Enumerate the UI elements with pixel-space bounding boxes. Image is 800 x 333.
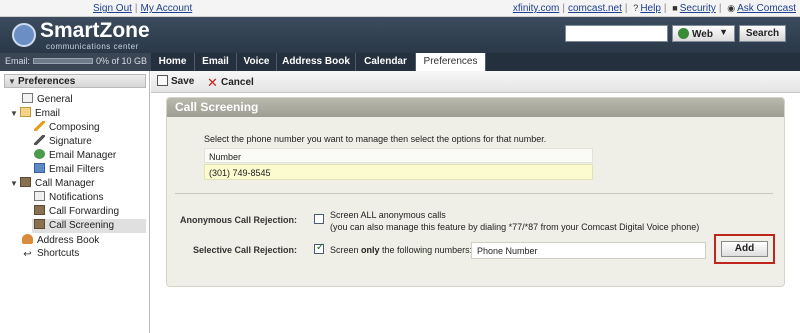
tab-voice[interactable]: Voice	[237, 53, 277, 71]
general-icon	[22, 93, 33, 103]
storage-bar	[33, 58, 94, 64]
mail-icon	[20, 107, 31, 117]
storage-usage: 0% of 10 GB	[96, 56, 148, 66]
add-button-highlight: Add	[714, 234, 775, 264]
tab-email[interactable]: Email	[195, 53, 237, 71]
action-toolbar: Save ✕ Cancel	[151, 71, 800, 93]
sidebar-item-address-book[interactable]: Address Book	[22, 234, 99, 248]
number-column-header: Number	[204, 148, 593, 163]
question-bubble-icon: ◉	[727, 3, 736, 13]
email-manager-icon	[34, 149, 45, 159]
notifications-icon	[34, 191, 45, 201]
security-link[interactable]: Security	[680, 3, 716, 14]
top-utility-bar: Sign Out | My Account xfinity.com | comcast.…	[0, 0, 800, 17]
anonymous-rejection-note: (you can also manage this feature by dia…	[330, 222, 700, 232]
sidebar-item-email-manager[interactable]: Email Manager	[34, 149, 116, 163]
sidebar-item-notifications[interactable]: Notifications	[34, 191, 103, 205]
sidebar-item-call-forwarding[interactable]: Call Forwarding	[34, 205, 119, 219]
storage-meter: Email: 0% of 10 GB	[0, 53, 151, 71]
call-forwarding-icon	[34, 205, 45, 215]
tab-address-book[interactable]: Address Book	[277, 53, 356, 71]
selective-rejection-checkbox[interactable]	[314, 242, 324, 254]
phone-number-input[interactable]: Phone Number	[471, 242, 706, 259]
instructions-text: Select the phone number you want to mana…	[204, 134, 547, 144]
sidebar-item-call-screening[interactable]: Call Screening	[32, 219, 146, 233]
anonymous-rejection-label: Anonymous Call Rejection:	[179, 215, 297, 225]
preferences-sidebar: ▼ Preferences General ▼ Email Composing Si…	[0, 71, 150, 333]
search-scope-select[interactable]: Web ▼	[672, 25, 735, 42]
app-logo: SmartZone	[40, 19, 150, 42]
signature-icon	[34, 135, 45, 145]
phone-number-row[interactable]: (301) 749-8545	[204, 164, 593, 180]
anonymous-rejection-checkbox[interactable]	[314, 214, 324, 224]
sidebar-item-email-filters[interactable]: Email Filters	[34, 163, 104, 177]
smartzone-logo-icon	[12, 23, 36, 47]
save-icon	[157, 75, 168, 86]
expand-triangle-icon: ▼	[10, 109, 18, 118]
app-logo-subtitle: communications center	[46, 42, 139, 51]
sidebar-header[interactable]: ▼ Preferences	[4, 74, 146, 88]
xfinity-link[interactable]: xfinity.com	[513, 3, 560, 14]
search-input[interactable]	[565, 25, 668, 42]
section-divider	[175, 193, 773, 194]
sidebar-item-composing[interactable]: Composing	[34, 121, 100, 135]
call-screening-icon	[34, 219, 45, 229]
main-nav: Email: 0% of 10 GB Home Email Voice Addre…	[0, 53, 800, 72]
tab-preferences[interactable]: Preferences	[416, 53, 486, 72]
sidebar-item-shortcuts[interactable]: ↩ Shortcuts	[22, 248, 79, 262]
my-account-link[interactable]: My Account	[141, 3, 193, 14]
sidebar-item-signature[interactable]: Signature	[34, 135, 92, 149]
help-link[interactable]: Help	[640, 3, 661, 14]
help-icon: ?	[633, 3, 639, 13]
address-book-icon	[22, 234, 33, 244]
sidebar-item-call-manager[interactable]: ▼ Call Manager	[10, 177, 94, 191]
tab-calendar[interactable]: Calendar	[356, 53, 416, 71]
call-screening-panel: Call Screening Select the phone number y…	[166, 97, 785, 287]
selective-rejection-label: Selective Call Rejection:	[192, 245, 297, 255]
globe-icon	[678, 28, 689, 39]
tab-home[interactable]: Home	[151, 53, 195, 71]
shortcuts-icon: ↩	[23, 249, 32, 260]
pencil-icon	[34, 121, 45, 131]
cancel-button[interactable]: ✕ Cancel	[207, 75, 254, 90]
collapse-triangle-icon: ▼	[8, 77, 16, 86]
storage-label: Email:	[5, 56, 31, 66]
comcast-link[interactable]: comcast.net	[568, 3, 622, 14]
book-icon	[20, 177, 31, 187]
expand-triangle-icon: ▼	[10, 179, 18, 188]
cancel-x-icon: ✕	[207, 75, 218, 90]
ask-comcast-link[interactable]: Ask Comcast	[737, 3, 796, 14]
sign-out-link[interactable]: Sign Out	[93, 3, 132, 14]
chevron-down-icon: ▼	[719, 27, 728, 37]
lock-icon: ■	[672, 3, 678, 13]
selective-rejection-option: Screen only the following numbers:	[330, 245, 473, 255]
search-button[interactable]: Search	[739, 25, 786, 42]
add-button[interactable]: Add	[721, 241, 768, 257]
anonymous-rejection-option: Screen ALL anonymous calls	[330, 210, 446, 220]
sidebar-item-general[interactable]: General	[22, 93, 73, 107]
account-links: Sign Out | My Account	[93, 3, 193, 14]
site-links: xfinity.com | comcast.net | ? Help | ■ Securit…	[512, 3, 796, 14]
panel-title: Call Screening	[167, 98, 784, 117]
search-scope-value: Web	[692, 29, 713, 40]
save-button[interactable]: Save	[157, 75, 194, 87]
app-header: SmartZone communications center Web ▼ Se…	[0, 17, 800, 53]
filter-icon	[34, 163, 45, 173]
sidebar-item-email[interactable]: ▼ Email	[10, 107, 60, 121]
